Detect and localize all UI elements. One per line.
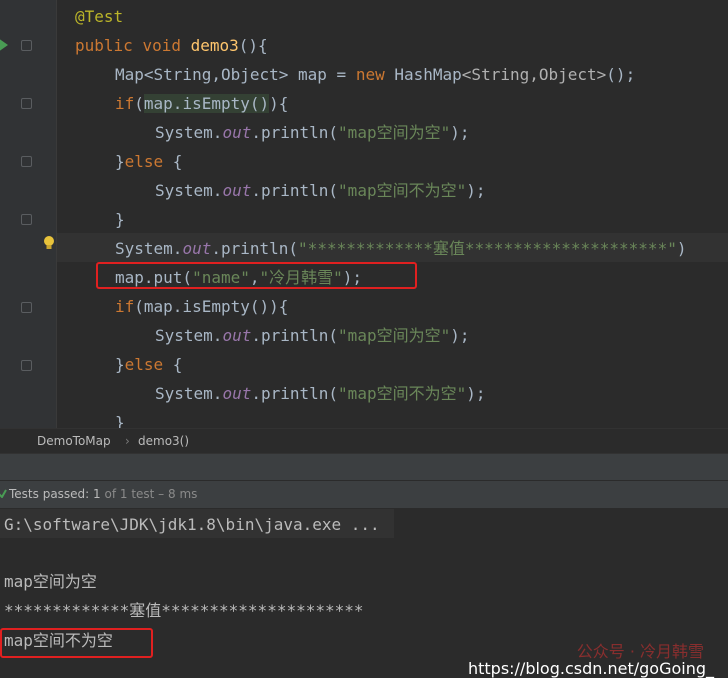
console-output-line: *************塞值********************* — [4, 601, 364, 620]
system-ref: System. — [155, 123, 223, 142]
if-close: ){ — [269, 94, 289, 113]
console-output-line: map空间为空 — [4, 572, 97, 591]
hashmap-generic: <String,Object> — [461, 65, 607, 84]
close-paren: ); — [450, 123, 470, 142]
code-line-6[interactable]: }else { — [115, 147, 182, 176]
test-status-bar: Tests passed: 1 of 1 test – 8 ms — [0, 480, 728, 509]
fold-marker-if-icon[interactable] — [21, 98, 32, 109]
keyword-else: else — [124, 355, 164, 374]
code-line-14[interactable]: System.out.println("map空间不为空"); — [155, 379, 485, 408]
if2-condition: (map.isEmpty()){ — [134, 297, 289, 316]
map-var: map = — [288, 65, 356, 84]
code-line-12[interactable]: System.out.println("map空间为空"); — [155, 321, 469, 350]
if-condition: map.isEmpty() — [143, 94, 270, 113]
breadcrumb-separator: › — [125, 434, 130, 448]
println-call: .println( — [251, 326, 339, 345]
out-field: out — [222, 384, 252, 403]
run-panel-header — [0, 453, 728, 481]
string-put-marker: "*************塞值*********************" — [298, 239, 677, 258]
string-empty: "map空间为空" — [338, 326, 451, 345]
code-line-1[interactable]: @Test — [75, 2, 123, 31]
system-ref: System. — [155, 384, 223, 403]
system-ref: System. — [115, 239, 183, 258]
check-icon — [0, 489, 7, 498]
else-brace: { — [163, 152, 183, 171]
trailing-paren: ) — [676, 239, 687, 258]
close-paren: ); — [466, 181, 486, 200]
code-line-3[interactable]: Map<String,Object> map = new HashMap<Str… — [115, 60, 635, 89]
code-line-11[interactable]: if(map.isEmpty()){ — [115, 292, 288, 321]
code-line-7[interactable]: System.out.println("map空间不为空"); — [155, 176, 485, 205]
out-field: out — [182, 239, 212, 258]
lightbulb-icon[interactable] — [43, 235, 55, 251]
string-not-empty: "map空间不为空" — [338, 181, 467, 200]
else-open-brace: } — [115, 152, 125, 171]
println-call: .println( — [251, 181, 339, 200]
code-line-13[interactable]: }else { — [115, 350, 182, 379]
stmt-end: (); — [606, 65, 636, 84]
else-brace: { — [163, 355, 183, 374]
run-test-icon[interactable] — [0, 38, 8, 52]
watermark: 公众号 · 冷月韩雪 https://blog.csdn.net/goGoing_ — [458, 640, 714, 678]
method-parens: (){ — [238, 36, 268, 55]
println-call: .println( — [211, 239, 299, 258]
close-paren: ); — [466, 384, 486, 403]
watermark-url: https://blog.csdn.net/goGoing_ — [467, 659, 714, 678]
code-line-8[interactable]: } — [115, 205, 125, 234]
out-field: out — [222, 181, 252, 200]
else-open-brace: } — [115, 355, 125, 374]
code-line-5[interactable]: System.out.println("map空间为空"); — [155, 118, 469, 147]
map-decl-type: Map<String,Object> — [115, 65, 289, 84]
code-line-9[interactable]: System.out.println("*************塞值*****… — [115, 234, 686, 263]
close-brace: } — [115, 210, 125, 229]
keyword-if: if — [115, 297, 135, 316]
out-field: out — [222, 326, 252, 345]
keyword-public: public — [75, 36, 133, 55]
out-field: out — [222, 123, 252, 142]
code-line-15[interactable]: } — [115, 408, 125, 428]
system-ref: System. — [155, 326, 223, 345]
method-name: demo3 — [190, 36, 239, 55]
println-call: .println( — [251, 123, 339, 142]
fold-marker-close-icon[interactable] — [21, 214, 32, 225]
string-empty: "map空间为空" — [338, 123, 451, 142]
tests-passed-count: 1 — [93, 487, 101, 501]
keyword-else: else — [124, 152, 164, 171]
code-line-4[interactable]: if(map.isEmpty()){ — [115, 89, 288, 118]
string-not-empty: "map空间不为空" — [338, 384, 467, 403]
if-open: ( — [134, 94, 144, 113]
breadcrumb-class[interactable]: DemoToMap — [37, 429, 111, 454]
tests-total: of 1 test – 8 ms — [100, 487, 198, 501]
code-editor[interactable]: @Test public void demo3(){ Map<String,Ob… — [0, 0, 728, 428]
console-command: G:\software\JDK\jdk1.8\bin\java.exe ... — [4, 515, 380, 534]
breadcrumb: DemoToMap › demo3() — [0, 428, 728, 454]
highlight-box-put — [96, 262, 417, 289]
gutter-separator — [56, 0, 57, 428]
fold-marker-if2-icon[interactable] — [21, 302, 32, 313]
println-call: .println( — [251, 384, 339, 403]
fold-marker-else2-icon[interactable] — [21, 360, 32, 371]
keyword-void: void — [142, 36, 181, 55]
fold-marker-method-icon[interactable] — [21, 40, 32, 51]
tests-passed-label: Tests passed: — [9, 487, 94, 501]
close-brace: } — [115, 413, 125, 428]
system-ref: System. — [155, 181, 223, 200]
close-paren: ); — [450, 326, 470, 345]
keyword-if: if — [115, 94, 135, 113]
annotation-test: @Test — [75, 7, 124, 26]
hashmap-class: HashMap — [384, 65, 462, 84]
code-line-2[interactable]: public void demo3(){ — [75, 31, 268, 60]
breadcrumb-method[interactable]: demo3() — [138, 429, 189, 454]
fold-marker-else-icon[interactable] — [21, 156, 32, 167]
tests-passed-status: Tests passed: 1 of 1 test – 8 ms — [9, 481, 197, 508]
keyword-new: new — [355, 65, 385, 84]
highlight-box-output — [0, 628, 153, 658]
